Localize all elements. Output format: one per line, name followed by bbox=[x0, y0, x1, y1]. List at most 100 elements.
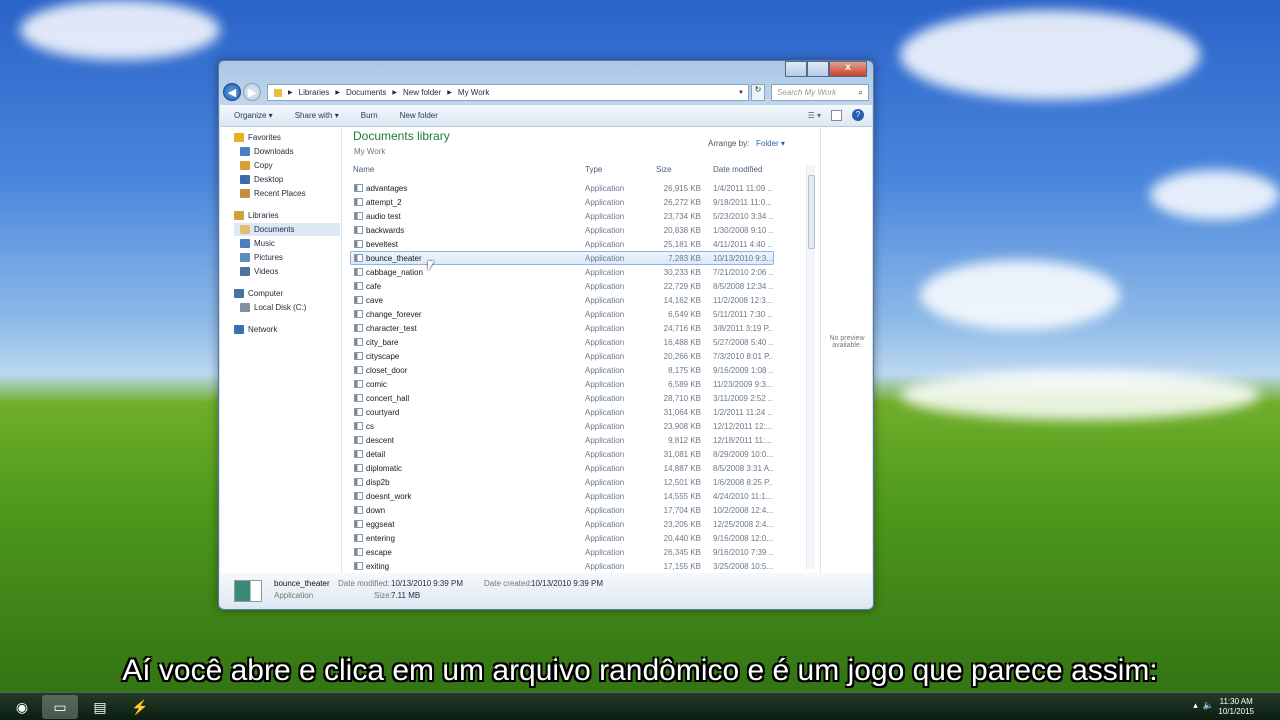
new-folder-button[interactable]: New folder bbox=[400, 111, 438, 120]
clock[interactable]: 11:30 AM 10/1/2015 bbox=[1218, 697, 1254, 717]
column-size[interactable]: Size bbox=[656, 165, 672, 174]
breadcrumb-my-work[interactable]: My Work bbox=[458, 88, 489, 97]
file-date: 12/18/2011 11:... bbox=[713, 436, 772, 445]
folder-icon bbox=[240, 175, 250, 184]
file-row[interactable]: cave Application 14,162 KB 11/2/2008 12:3..… bbox=[350, 293, 774, 307]
application-file-icon bbox=[354, 562, 363, 570]
file-size: 14,887 KB bbox=[663, 464, 701, 473]
vertical-scrollbar[interactable] bbox=[806, 165, 815, 569]
file-row[interactable]: entering Application 20,440 KB 9/16/2008 12… bbox=[350, 531, 774, 545]
file-name: cityscape bbox=[366, 352, 400, 361]
explorer-window: x ◀ ▶ ▶ Libraries ▶ Documents ▶ New folder … bbox=[218, 60, 874, 610]
file-row[interactable]: doesnt_work Application 14,555 KB 4/24/2010… bbox=[350, 489, 774, 503]
file-row[interactable]: descent Application 9,812 KB 12/18/2011 11:… bbox=[350, 433, 774, 447]
breadcrumb-libraries[interactable]: Libraries bbox=[299, 88, 330, 97]
sidebar-item-desktop[interactable]: Desktop bbox=[240, 173, 289, 186]
address-bar[interactable]: ▶ Libraries ▶ Documents ▶ New folder ▶ My Wo… bbox=[267, 84, 749, 101]
volume-icon[interactable]: ▴ 🔈 bbox=[1193, 700, 1214, 711]
file-date: 12/12/2011 12:... bbox=[713, 422, 773, 431]
close-button[interactable]: x bbox=[829, 61, 867, 77]
file-date: 1/6/2008 8:25 P... bbox=[713, 478, 773, 487]
breadcrumb-new-folder[interactable]: New folder bbox=[403, 88, 441, 97]
file-row[interactable]: concert_hall Application 28,710 KB 3/11/200… bbox=[350, 391, 774, 405]
file-row[interactable]: beveltest Application 25,181 KB 4/11/2011 4… bbox=[350, 237, 774, 251]
file-row[interactable]: change_forever Application 6,549 KB 5/11/20… bbox=[350, 307, 774, 321]
file-row[interactable]: down Application 17,704 KB 10/2/2008 12:4..… bbox=[350, 503, 774, 517]
back-button[interactable]: ◀ bbox=[223, 83, 241, 101]
explorer-taskbar-icon[interactable]: ▭ bbox=[42, 695, 78, 719]
file-row[interactable]: cityscape Application 20,266 KB 7/3/2010 8:… bbox=[350, 349, 774, 363]
file-date: 4/24/2010 11:1... bbox=[713, 492, 773, 501]
file-row[interactable]: attempt_2 Application 26,272 KB 9/18/2011 1… bbox=[350, 195, 774, 209]
sidebar-item-network[interactable]: Network bbox=[234, 323, 283, 336]
column-date-modified[interactable]: Date modified bbox=[713, 165, 762, 174]
preview-pane-icon[interactable] bbox=[831, 109, 842, 121]
organize-button[interactable]: Organize ▾ bbox=[234, 111, 273, 120]
sidebar-item-videos[interactable]: Videos bbox=[240, 265, 284, 278]
file-type: Application bbox=[585, 422, 625, 431]
sidebar-item-music[interactable]: Music bbox=[240, 237, 281, 250]
file-row[interactable]: cafe Application 22,729 KB 8/5/2008 12:34 .… bbox=[350, 279, 774, 293]
minimize-button[interactable] bbox=[785, 61, 807, 77]
file-name: eggseat bbox=[366, 520, 395, 529]
file-row[interactable]: comic Application 6,589 KB 11/23/2009 9:3..… bbox=[350, 377, 774, 391]
breadcrumb-documents[interactable]: Documents bbox=[346, 88, 386, 97]
sidebar-item-pictures[interactable]: Pictures bbox=[240, 251, 289, 264]
library-subtitle: My Work bbox=[354, 147, 386, 156]
file-row[interactable]: advantages Application 26,915 KB 1/4/2011 1… bbox=[350, 181, 774, 195]
column-name[interactable]: Name bbox=[353, 165, 374, 174]
file-type: Application bbox=[585, 464, 625, 473]
file-row[interactable]: character_test Application 24,716 KB 3/8/20… bbox=[350, 321, 774, 335]
details-size: 7.11 MB bbox=[391, 591, 421, 600]
sidebar-item-local-disk-c[interactable]: Local Disk (C:) bbox=[240, 301, 312, 314]
folder-icon bbox=[240, 225, 250, 234]
file-row[interactable]: bounce_theater Application 7,283 KB 10/13/2… bbox=[350, 251, 774, 265]
file-row[interactable]: audio test Application 23,734 KB 5/23/2010 … bbox=[350, 209, 774, 223]
maximize-button[interactable] bbox=[807, 61, 829, 77]
column-type[interactable]: Type bbox=[585, 165, 602, 174]
file-type: Application bbox=[585, 408, 625, 417]
file-row[interactable]: cabbage_nation Application 30,233 KB 7/21/2… bbox=[350, 265, 774, 279]
search-input[interactable]: Search My Work ⌕ bbox=[771, 84, 869, 101]
sidebar-item-computer[interactable]: Computer bbox=[234, 287, 289, 300]
sidebar-item-recent-places[interactable]: Recent Places bbox=[240, 187, 312, 200]
file-size: 9,812 KB bbox=[668, 436, 701, 445]
view-options-icon[interactable]: ☰ ▾ bbox=[808, 111, 821, 120]
address-dropdown-icon[interactable]: ▼ bbox=[738, 90, 744, 96]
file-row[interactable]: courtyard Application 31,064 KB 1/2/2011 11… bbox=[350, 405, 774, 419]
file-row[interactable]: backwards Application 20,838 KB 1/30/2008 9… bbox=[350, 223, 774, 237]
file-name: advantages bbox=[366, 184, 408, 193]
folder-icon bbox=[240, 267, 250, 276]
refresh-button[interactable]: ↻ bbox=[751, 84, 765, 101]
file-row[interactable]: eggseat Application 23,205 KB 12/25/2008 2:… bbox=[350, 517, 774, 531]
file-row[interactable]: exiting Application 17,155 KB 3/25/2008 10:… bbox=[350, 559, 774, 573]
file-name: exiting bbox=[366, 562, 390, 571]
file-name: cabbage_nation bbox=[366, 268, 423, 277]
arrange-by[interactable]: Arrange by: Folder ▾ bbox=[708, 139, 820, 148]
sidebar-item-libraries[interactable]: Libraries bbox=[234, 209, 285, 222]
scrollbar-thumb[interactable] bbox=[808, 175, 815, 249]
file-row[interactable]: escape Application 26,345 KB 9/16/2010 7:39… bbox=[350, 545, 774, 559]
start-button[interactable]: ◉ bbox=[4, 695, 40, 719]
app2-taskbar-icon[interactable]: ⚡ bbox=[122, 695, 158, 719]
file-row[interactable]: cs Application 23,908 KB 12/12/2011 12:... bbox=[350, 419, 774, 433]
file-row[interactable]: detail Application 31,081 KB 8/29/2009 10:0… bbox=[350, 447, 774, 461]
file-size: 26,272 KB bbox=[663, 198, 701, 207]
sidebar-item-documents[interactable]: Documents bbox=[234, 223, 340, 236]
burn-button[interactable]: Burn bbox=[361, 111, 378, 120]
file-type: Application bbox=[585, 436, 625, 445]
file-row[interactable]: city_bare Application 16,488 KB 5/27/2008 5… bbox=[350, 335, 774, 349]
app-taskbar-icon[interactable]: ▤ bbox=[82, 695, 118, 719]
application-file-icon bbox=[354, 198, 363, 206]
file-row[interactable]: diplomatic Application 14,887 KB 8/5/2008 3… bbox=[350, 461, 774, 475]
sidebar-item-copy[interactable]: Copy bbox=[240, 159, 279, 172]
file-date: 11/2/2008 12:3... bbox=[713, 296, 773, 305]
help-icon[interactable]: ? bbox=[852, 109, 864, 121]
forward-button[interactable]: ▶ bbox=[243, 83, 261, 101]
file-type: Application bbox=[585, 338, 625, 347]
share-with-button[interactable]: Share with ▾ bbox=[295, 111, 339, 120]
file-row[interactable]: closet_door Application 8,175 KB 9/16/2009 … bbox=[350, 363, 774, 377]
sidebar-item-downloads[interactable]: Downloads bbox=[240, 145, 300, 158]
sidebar-item-favorites[interactable]: Favorites bbox=[234, 131, 287, 144]
file-row[interactable]: disp2b Application 12,501 KB 1/6/2008 8:25 … bbox=[350, 475, 774, 489]
